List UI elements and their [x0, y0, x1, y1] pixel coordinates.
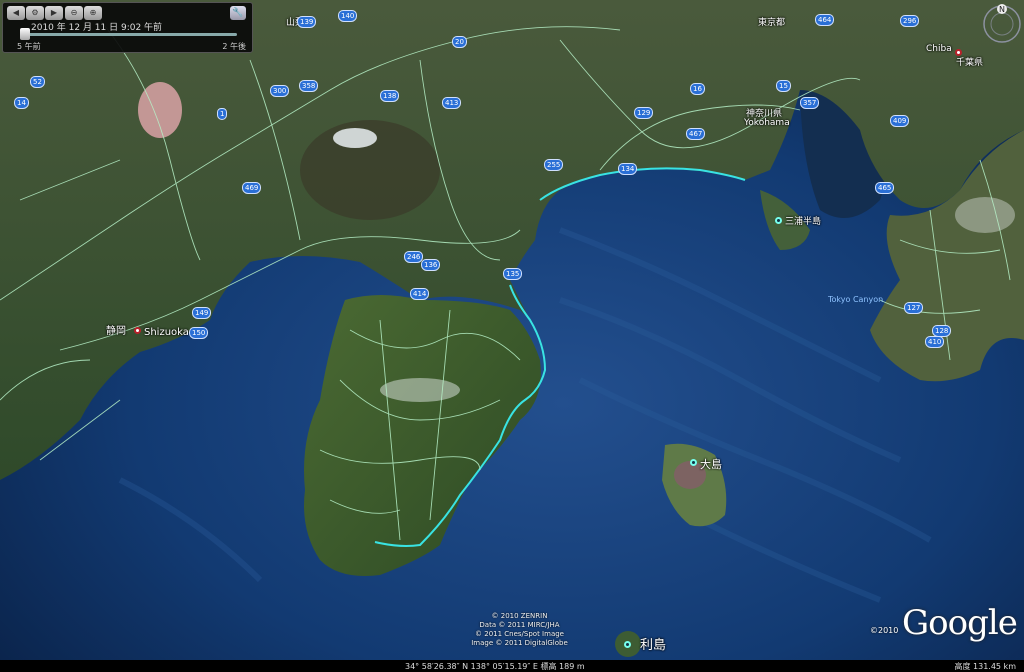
zoom-out-button[interactable]: ⊖ [65, 6, 83, 20]
route-shield: 414 [410, 288, 430, 300]
compass-icon[interactable]: N [981, 0, 1023, 48]
attribution-line: © 2011 Cnes/Spot Image [475, 630, 564, 638]
slider-settings-button[interactable]: ⚙ [26, 6, 44, 20]
route-shield: 464 [815, 14, 835, 26]
shizuoka-marker[interactable] [134, 327, 141, 334]
miura-marker[interactable] [775, 217, 782, 224]
route-shield: 149 [192, 307, 212, 319]
route-shield: 52 [30, 76, 45, 88]
label-chiba-en: Chiba [926, 44, 952, 54]
attribution: © 2010 ZENRIN Data © 2011 MIRC/JHA © 201… [452, 612, 587, 648]
route-shield: 150 [189, 327, 209, 339]
wrench-icon[interactable]: 🔧 [230, 6, 246, 20]
slider-track[interactable] [25, 33, 237, 36]
route-shield: 134 [618, 163, 638, 175]
route-shield: 410 [925, 336, 945, 348]
time-slider[interactable]: ◀ ⚙ ▶ ⊖ ⊕ 🔧 2010 年 12 月 11 日 9:02 午前 5 午… [2, 2, 253, 53]
label-shizuoka-en: Shizuoka [144, 327, 189, 338]
route-shield: 358 [299, 80, 319, 92]
route-shield: 140 [338, 10, 358, 22]
label-oshima: 大島 [700, 458, 722, 471]
label-yokohama: Yokohama [744, 118, 790, 128]
attribution-line: Image © 2011 DigitalGlobe [471, 639, 568, 647]
compass-north: N [999, 5, 1005, 14]
route-shield: 127 [904, 302, 924, 314]
route-shield: 469 [242, 182, 262, 194]
route-shield: 296 [900, 15, 920, 27]
route-shield: 300 [270, 85, 290, 97]
label-toshima: 利島 [640, 638, 667, 653]
route-shield: 465 [875, 182, 895, 194]
label-chiba-jp: 千葉県 [956, 58, 984, 68]
route-shield: 129 [634, 107, 654, 119]
slider-date: 2010 年 12 月 11 日 9:02 午前 [31, 23, 163, 33]
google-logo: Google [902, 603, 1018, 643]
route-shield: 246 [404, 251, 424, 263]
coordinates-readout: 34° 58′26.38″ N 138° 05′15.19″ E 標高 189 … [405, 662, 585, 671]
route-shield: 139 [297, 16, 317, 28]
route-shield: 15 [776, 80, 791, 92]
route-shield: 136 [421, 259, 441, 271]
route-shield: 14 [14, 97, 29, 109]
label-tokyo-canyon: Tokyo Canyon [828, 295, 884, 304]
label-tokyo: 東京都 [758, 18, 786, 28]
route-shield: 409 [890, 115, 910, 127]
slider-back-button[interactable]: ◀ [7, 6, 25, 20]
route-shield: 20 [452, 36, 467, 48]
zoom-in-button[interactable]: ⊕ [84, 6, 102, 20]
label-miura: 三浦半島 [785, 217, 822, 227]
toshima-marker[interactable] [624, 641, 631, 648]
attribution-line: © 2010 ZENRIN [491, 612, 548, 620]
slider-left-label: 5 午前 [17, 42, 41, 51]
status-bar: 34° 58′26.38″ N 138° 05′15.19″ E 標高 189 … [0, 660, 1024, 672]
slider-right-label: 2 午後 [222, 42, 246, 51]
slider-thumb[interactable] [20, 28, 30, 40]
route-shield: 16 [690, 83, 705, 95]
route-shield: 467 [686, 128, 706, 140]
copyright: ©2010 [870, 626, 899, 635]
route-shield: 357 [800, 97, 820, 109]
label-shizuoka-jp: 静岡 [106, 326, 126, 337]
attribution-line: Data © 2011 MIRC/JHA [479, 621, 560, 629]
route-shield: 255 [544, 159, 564, 171]
oshima-marker[interactable] [690, 459, 697, 466]
route-shield: 135 [503, 268, 523, 280]
route-shield: 413 [442, 97, 462, 109]
altitude-readout: 高度 131.45 km [954, 662, 1016, 671]
route-shield: 138 [380, 90, 400, 102]
slider-play-button[interactable]: ▶ [45, 6, 63, 20]
